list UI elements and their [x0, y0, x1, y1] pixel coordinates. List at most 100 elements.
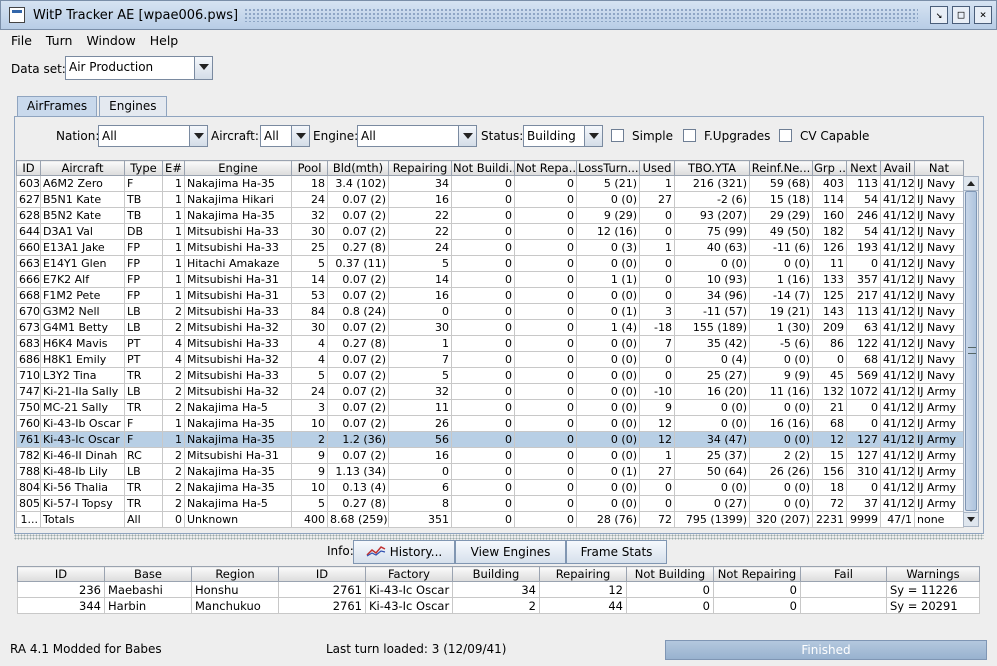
checkbox-box[interactable] [683, 129, 696, 142]
table-row[interactable]: 747 Ki-21-IIa Sally LB 2 Mitsubishi Ha-32 24 0… [16, 383, 964, 400]
column-header[interactable]: Grp ... [812, 160, 847, 176]
table-cell: 41/12 [880, 399, 915, 416]
table-row[interactable]: 663 E14Y1 Glen FP 1 Hitachi Amakaze 5 0.37 (11… [16, 255, 964, 272]
table-cell: 0 [514, 335, 577, 352]
column-header[interactable]: Not Repairing [713, 566, 801, 582]
table-row[interactable]: 670 G3M2 Nell LB 2 Mitsubishi Ha-33 84 0.8 (24… [16, 303, 964, 320]
column-header[interactable]: Building [452, 566, 540, 582]
chevron-down-icon[interactable] [189, 126, 207, 146]
column-header[interactable]: Pool [291, 160, 328, 176]
column-header[interactable]: Region [191, 566, 279, 582]
column-header[interactable]: Used [639, 160, 675, 176]
chevron-down-icon[interactable] [458, 126, 476, 146]
table-cell: IJ Navy [914, 207, 964, 224]
table-row[interactable]: 686 H8K1 Emily PT 4 Mitsubishi Ha-32 4 0.07 (2… [16, 351, 964, 368]
title-drag-area[interactable] [244, 8, 918, 22]
column-header[interactable]: Warnings [886, 566, 980, 582]
maximize-icon[interactable]: □ [952, 6, 970, 24]
table-row[interactable]: 628 B5N2 Kate TB 1 Nakajima Ha-35 32 0.07 (2) 2… [16, 207, 964, 224]
history-button[interactable]: History... [353, 540, 455, 564]
simple-checkbox[interactable]: Simple [611, 128, 673, 144]
table-row[interactable]: 627 B5N1 Kate TB 1 Nakajima Hikari 24 0.07 (2)… [16, 191, 964, 208]
column-header[interactable]: Avail [880, 160, 915, 176]
table-row[interactable]: 761 Ki-43-Ic Oscar F 1 Nakajima Ha-35 2 1.2 (3… [16, 431, 964, 448]
column-header[interactable]: LossTurn... [576, 160, 640, 176]
menu-help[interactable]: Help [143, 33, 186, 48]
table-row[interactable]: 760 Ki-43-Ib Oscar F 1 Nakajima Ha-35 10 0.07 … [16, 415, 964, 432]
column-header[interactable]: Repairing [388, 160, 452, 176]
menu-file[interactable]: File [4, 33, 39, 48]
table-row[interactable]: 668 F1M2 Pete FP 1 Mitsubishi Ha-31 53 0.07 (2… [16, 287, 964, 304]
column-header[interactable]: Engine [184, 160, 292, 176]
table-row[interactable]: 660 E13A1 Jake FP 1 Mitsubishi Ha-33 25 0.27 (… [16, 239, 964, 256]
column-header[interactable]: Reinf.Ne... [749, 160, 813, 176]
column-header[interactable]: Not Repa... [514, 160, 577, 176]
dataset-select[interactable]: Air Production [65, 56, 213, 80]
checkbox-box[interactable] [611, 129, 624, 142]
table-cell: 0.07 (2) [327, 287, 389, 304]
table-row[interactable]: 236 Maebashi Honshu 2761 Ki-43-Ic Oscar 34 12 0… [17, 581, 980, 598]
column-header[interactable]: Fail [800, 566, 887, 582]
scroll-up-icon[interactable] [964, 177, 978, 191]
cv-capable-checkbox[interactable]: CV Capable [779, 128, 869, 144]
table-row[interactable]: 805 Ki-57-I Topsy TR 2 Nakajima Ha-5 5 0.27 (8… [16, 495, 964, 512]
column-header[interactable]: E# [162, 160, 185, 176]
table-row[interactable]: 788 Ki-48-Ib Lily LB 2 Nakajima Ha-35 9 1.13 (… [16, 463, 964, 480]
close-icon[interactable]: × [974, 6, 992, 24]
table-cell: 28 (76) [576, 511, 640, 528]
column-header[interactable]: ID [278, 566, 366, 582]
tab-airframes[interactable]: AirFrames [17, 96, 98, 116]
engine-select[interactable]: All [357, 125, 477, 147]
table-cell: 0 [451, 271, 515, 288]
table-cell: 16 [388, 447, 452, 464]
tab-engines[interactable]: Engines [99, 96, 167, 116]
table-scrollbar[interactable] [963, 176, 979, 527]
table-cell: E13A1 Jake [40, 239, 125, 256]
status-select[interactable]: Building [523, 125, 603, 147]
column-header[interactable]: Base [104, 566, 192, 582]
totals-row[interactable]: 1... Totals All 0 Unknown 400 8.68 (259) 351 0 0 2… [16, 511, 964, 528]
chevron-down-icon[interactable] [291, 126, 309, 146]
table-row[interactable]: 644 D3A1 Val DB 1 Mitsubishi Ha-33 30 0.07 (2)… [16, 223, 964, 240]
menu-turn[interactable]: Turn [39, 33, 80, 48]
checkbox-box[interactable] [779, 129, 792, 142]
column-header[interactable]: ID [17, 566, 105, 582]
fupgrades-checkbox[interactable]: F.Upgrades [683, 128, 770, 144]
chevron-down-icon[interactable] [584, 126, 602, 146]
table-cell: 2 [162, 383, 185, 400]
view-engines-button[interactable]: View Engines [455, 540, 566, 564]
frame-stats-button[interactable]: Frame Stats [566, 540, 667, 564]
table-cell: 0.37 (11) [327, 255, 389, 272]
table-row[interactable]: 710 L3Y2 Tina TR 2 Mitsubishi Ha-33 5 0.07 (2)… [16, 367, 964, 384]
table-cell: 0 [451, 431, 515, 448]
scroll-thumb[interactable] [965, 191, 977, 511]
table-row[interactable]: 673 G4M1 Betty LB 2 Mitsubishi Ha-32 30 0.07 (… [16, 319, 964, 336]
minimize-icon[interactable]: ↘ [930, 6, 948, 24]
chevron-down-icon[interactable] [194, 57, 212, 79]
column-header[interactable]: Bld(mth) [327, 160, 389, 176]
table-cell: Nakajima Ha-35 [184, 463, 292, 480]
column-header[interactable]: Repairing [539, 566, 627, 582]
column-header[interactable]: Aircraft [40, 160, 125, 176]
column-header[interactable]: Not Building [626, 566, 714, 582]
column-header[interactable]: Factory [365, 566, 453, 582]
column-header[interactable]: Nat [914, 160, 964, 176]
menu-window[interactable]: Window [79, 33, 142, 48]
nation-select[interactable]: All [98, 125, 208, 147]
table-row[interactable]: 666 E7K2 Alf FP 1 Mitsubishi Ha-31 14 0.07 (2)… [16, 271, 964, 288]
table-row[interactable]: 603 A6M2 Zero F 1 Nakajima Ha-35 18 3.4 (102) 3… [16, 175, 964, 192]
table-row[interactable]: 750 MC-21 Sally TR 2 Nakajima Ha-5 3 0.07 (2) 1… [16, 399, 964, 416]
table-row[interactable]: 344 Harbin Manchukuo 2761 Ki-43-Ic Oscar 2 44 0… [17, 597, 980, 614]
table-row[interactable]: 782 Ki-46-II Dinah RC 2 Mitsubishi Ha-31 9 0.0… [16, 447, 964, 464]
column-header[interactable]: ID [16, 160, 41, 176]
scroll-down-icon[interactable] [964, 512, 978, 526]
table-row[interactable]: 804 Ki-56 Thalia TR 2 Nakajima Ha-35 10 0.13 (… [16, 479, 964, 496]
column-header[interactable]: Next [846, 160, 881, 176]
table-cell: 40 (63) [674, 239, 750, 256]
table-row[interactable]: 683 H6K4 Mavis PT 4 Mitsubishi Ha-33 4 0.27 (8… [16, 335, 964, 352]
table-cell: 0 [812, 351, 847, 368]
column-header[interactable]: Not Buildi... [451, 160, 515, 176]
column-header[interactable]: Type [124, 160, 163, 176]
column-header[interactable]: TBO.YTA [674, 160, 750, 176]
aircraft-select[interactable]: All [260, 125, 310, 147]
